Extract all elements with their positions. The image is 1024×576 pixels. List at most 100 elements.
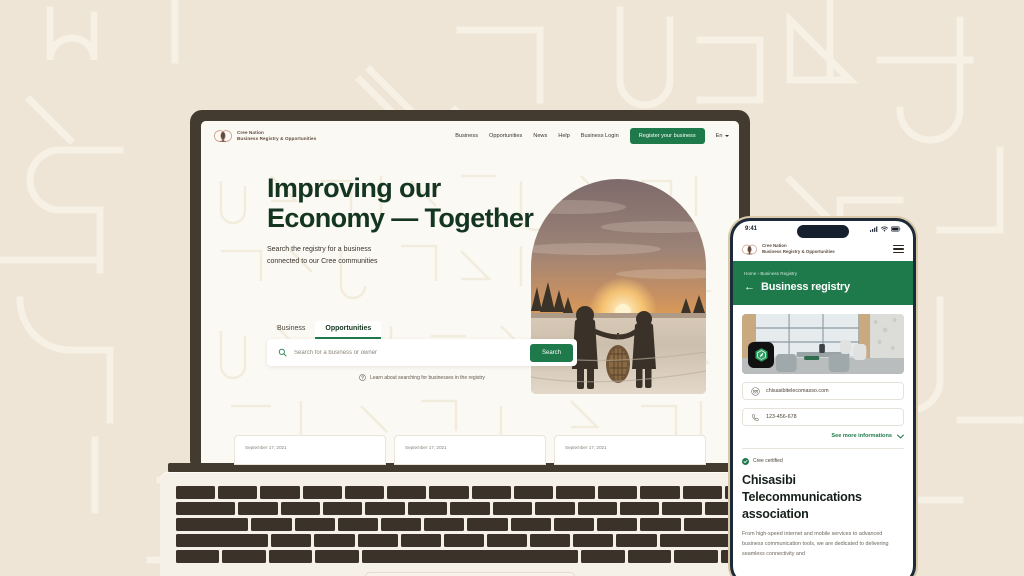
- hero-title-line-1: Improving our: [267, 173, 441, 203]
- laptop-keyboard: [176, 486, 765, 563]
- phone-mockup: 9:41 Cree Nation Business Registry & Opp…: [728, 216, 918, 576]
- laptop-lid: Cree Nation Business Registry & Opportun…: [190, 110, 750, 465]
- arrow-left-icon[interactable]: ←: [744, 281, 755, 293]
- nav-item-opportunities[interactable]: Opportunities: [489, 133, 522, 139]
- key: [322, 502, 363, 515]
- search-bar: Search: [267, 339, 577, 366]
- status-time: 9:41: [745, 226, 758, 232]
- key: [268, 550, 313, 563]
- business-phone-row[interactable]: 123-456-678: [742, 408, 904, 426]
- see-more-informations-button[interactable]: See more informations: [742, 433, 904, 439]
- business-email: chisasibitelecomasso.com: [766, 388, 829, 394]
- nav-item-business-login[interactable]: Business Login: [581, 133, 619, 139]
- business-detail-card: chisasibitelecomasso.com 123-456-678 See…: [733, 314, 913, 560]
- key: [487, 534, 528, 547]
- key: [344, 486, 385, 499]
- business-name: Chisasibi Telecommunications association: [742, 472, 862, 522]
- key: [424, 518, 465, 531]
- key: [471, 486, 511, 499]
- spacebar-key: [361, 550, 579, 563]
- nav-item-help[interactable]: Help: [558, 133, 570, 139]
- hero-subtitle-line-1: Search the registry for a business: [267, 246, 372, 254]
- news-card[interactable]: September 17, 2021: [394, 435, 546, 465]
- key: [535, 502, 575, 515]
- key: [443, 534, 485, 547]
- tab-business[interactable]: Business: [267, 321, 315, 339]
- phone-outer-edge: 9:41 Cree Nation Business Registry & Opp…: [728, 216, 918, 576]
- key: [598, 486, 638, 499]
- nav-item-business[interactable]: Business: [455, 133, 478, 139]
- language-selector[interactable]: En: [716, 133, 729, 139]
- hamburger-menu-icon[interactable]: [893, 245, 904, 253]
- business-hexagon-logo-icon: [754, 347, 768, 362]
- certified-label: Cree certified: [753, 458, 783, 465]
- cellular-bars-icon: [870, 226, 878, 232]
- key: [555, 486, 596, 499]
- cree-nation-seal-icon: [214, 130, 232, 142]
- search-input[interactable]: [294, 349, 530, 356]
- see-more-label: See more informations: [831, 433, 892, 439]
- hero-copy: Improving our Economy — Together Search …: [201, 173, 534, 268]
- key: [429, 486, 469, 499]
- laptop-screen: Cree Nation Business Registry & Opportun…: [201, 121, 739, 465]
- keyboard-row: [176, 534, 764, 547]
- laptop-mockup: Cree Nation Business Registry & Opportun…: [160, 110, 780, 576]
- registry-search-block: Business Opportunities Search for a busi…: [267, 321, 577, 381]
- wifi-icon: [881, 226, 888, 232]
- laptop-deck: [160, 472, 780, 576]
- phone-brand-line-2: Business Registry & Opportunities: [762, 249, 835, 254]
- keyboard-row: [176, 550, 765, 563]
- email-icon: [751, 386, 760, 396]
- site-logo[interactable]: Cree Nation Business Registry & Opportun…: [214, 127, 316, 145]
- key: [315, 550, 359, 563]
- hero-subtitle-line-2: connected to our Cree communities: [267, 258, 378, 266]
- key: [176, 486, 216, 499]
- business-logo: [748, 342, 774, 368]
- search-help-link[interactable]: Learn about searching for businesses in …: [267, 374, 577, 381]
- search-icon: [278, 348, 287, 357]
- key: [627, 550, 672, 563]
- nav-item-news[interactable]: News: [533, 133, 547, 139]
- search-button[interactable]: Search: [529, 343, 573, 362]
- site-header: Cree Nation Business Registry & Opportun…: [201, 121, 739, 151]
- card-divider: [742, 448, 904, 449]
- news-card[interactable]: September 17, 2021: [234, 435, 386, 465]
- key: [407, 502, 448, 515]
- keyboard-row: [176, 502, 764, 515]
- check-circle-icon: [742, 457, 749, 465]
- tab-opportunities[interactable]: Opportunities: [315, 321, 382, 339]
- business-description: From high-speed internet and mobile serv…: [742, 531, 889, 557]
- register-business-button[interactable]: Register your business: [629, 128, 705, 144]
- certified-badge: Cree certified: [742, 457, 904, 465]
- key: [640, 518, 681, 531]
- key: [619, 502, 660, 515]
- status-icons: [870, 226, 901, 232]
- dynamic-island: [797, 225, 849, 238]
- key: [176, 502, 236, 515]
- news-card-date: September 17, 2021: [405, 445, 447, 450]
- hero-section: Improving our Economy — Together Search …: [201, 151, 739, 268]
- main-navigation: Business Opportunities News Help Busines…: [455, 128, 729, 144]
- battery-full-icon: [891, 226, 901, 232]
- key: [280, 502, 320, 515]
- key: [176, 534, 269, 547]
- phone-header: Cree Nation Business Registry & Opportun…: [733, 237, 913, 261]
- phone-title-row: ← Business registry: [744, 281, 902, 293]
- keyboard-row: [176, 486, 765, 499]
- key: [581, 550, 625, 563]
- key: [662, 502, 702, 515]
- key: [492, 502, 533, 515]
- chevron-down-icon: [725, 135, 729, 137]
- key: [222, 550, 266, 563]
- key: [467, 518, 508, 531]
- key: [510, 518, 551, 531]
- key: [251, 518, 292, 531]
- phone-page-header: Home › Business Registry ← Business regi…: [733, 261, 913, 305]
- brand-line-2: Business Registry & Opportunities: [237, 136, 317, 141]
- key: [176, 550, 220, 563]
- business-email-row[interactable]: chisasibitelecomasso.com: [742, 382, 904, 400]
- hero-subtitle: Search the registry for a business conne…: [267, 244, 511, 267]
- breadcrumb[interactable]: Home › Business Registry: [744, 271, 902, 276]
- news-card[interactable]: September 17, 2021: [554, 435, 706, 465]
- keyboard-row: [176, 518, 765, 531]
